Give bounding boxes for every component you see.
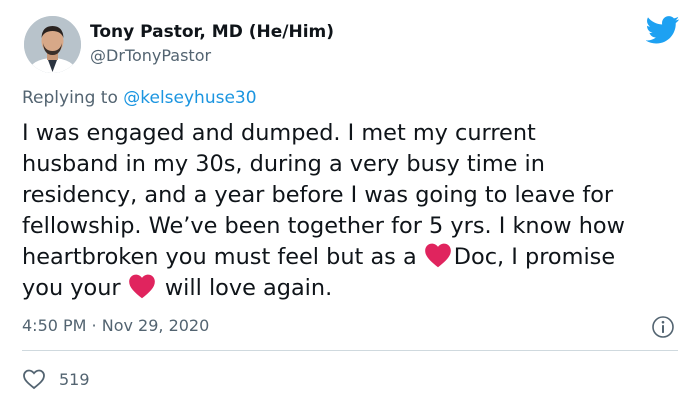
replying-to: Replying to @kelseyhuse30 [22,88,257,108]
mention-link[interactable]: @kelseyhuse30 [123,88,256,108]
tweet-fragment: you your [22,275,121,301]
author-name[interactable]: Tony Pastor, MD (He/Him) [90,22,334,42]
twitter-bird-icon[interactable] [646,16,680,44]
info-icon[interactable] [651,315,675,339]
tweet-fragment: will love again. [164,275,333,301]
replying-to-label: Replying to [22,88,118,108]
like-action[interactable]: 519 [22,368,90,390]
red-heart-emoji [128,274,155,299]
tweet-line: husband in my 30s, during a very busy ti… [22,151,545,177]
tweet-line: heartbroken you must feel but as a Doc, … [22,242,687,273]
tweet-line: you your will love again. [22,273,687,304]
tweet-line: I was engaged and dumped. I met my curre… [22,120,536,146]
author-handle[interactable]: @DrTonyPastor [90,46,211,65]
heart-outline-icon[interactable] [22,368,46,390]
tweet-line: fellowship. We’ve been together for 5 yr… [22,213,625,239]
tweet-fragment: Doc, I promise [453,244,616,270]
red-heart-emoji [424,243,451,268]
avatar-image [24,16,81,73]
timestamp[interactable]: 4:50 PM · Nov 29, 2020 [22,316,209,335]
divider [22,350,678,351]
tweet-fragment: heartbroken you must feel but as a [22,244,417,270]
tweet-line: residency, and a year before I was going… [22,182,614,208]
like-count: 519 [59,369,90,389]
avatar[interactable] [24,16,81,73]
tweet-text: I was engaged and dumped. I met my curre… [22,118,687,304]
